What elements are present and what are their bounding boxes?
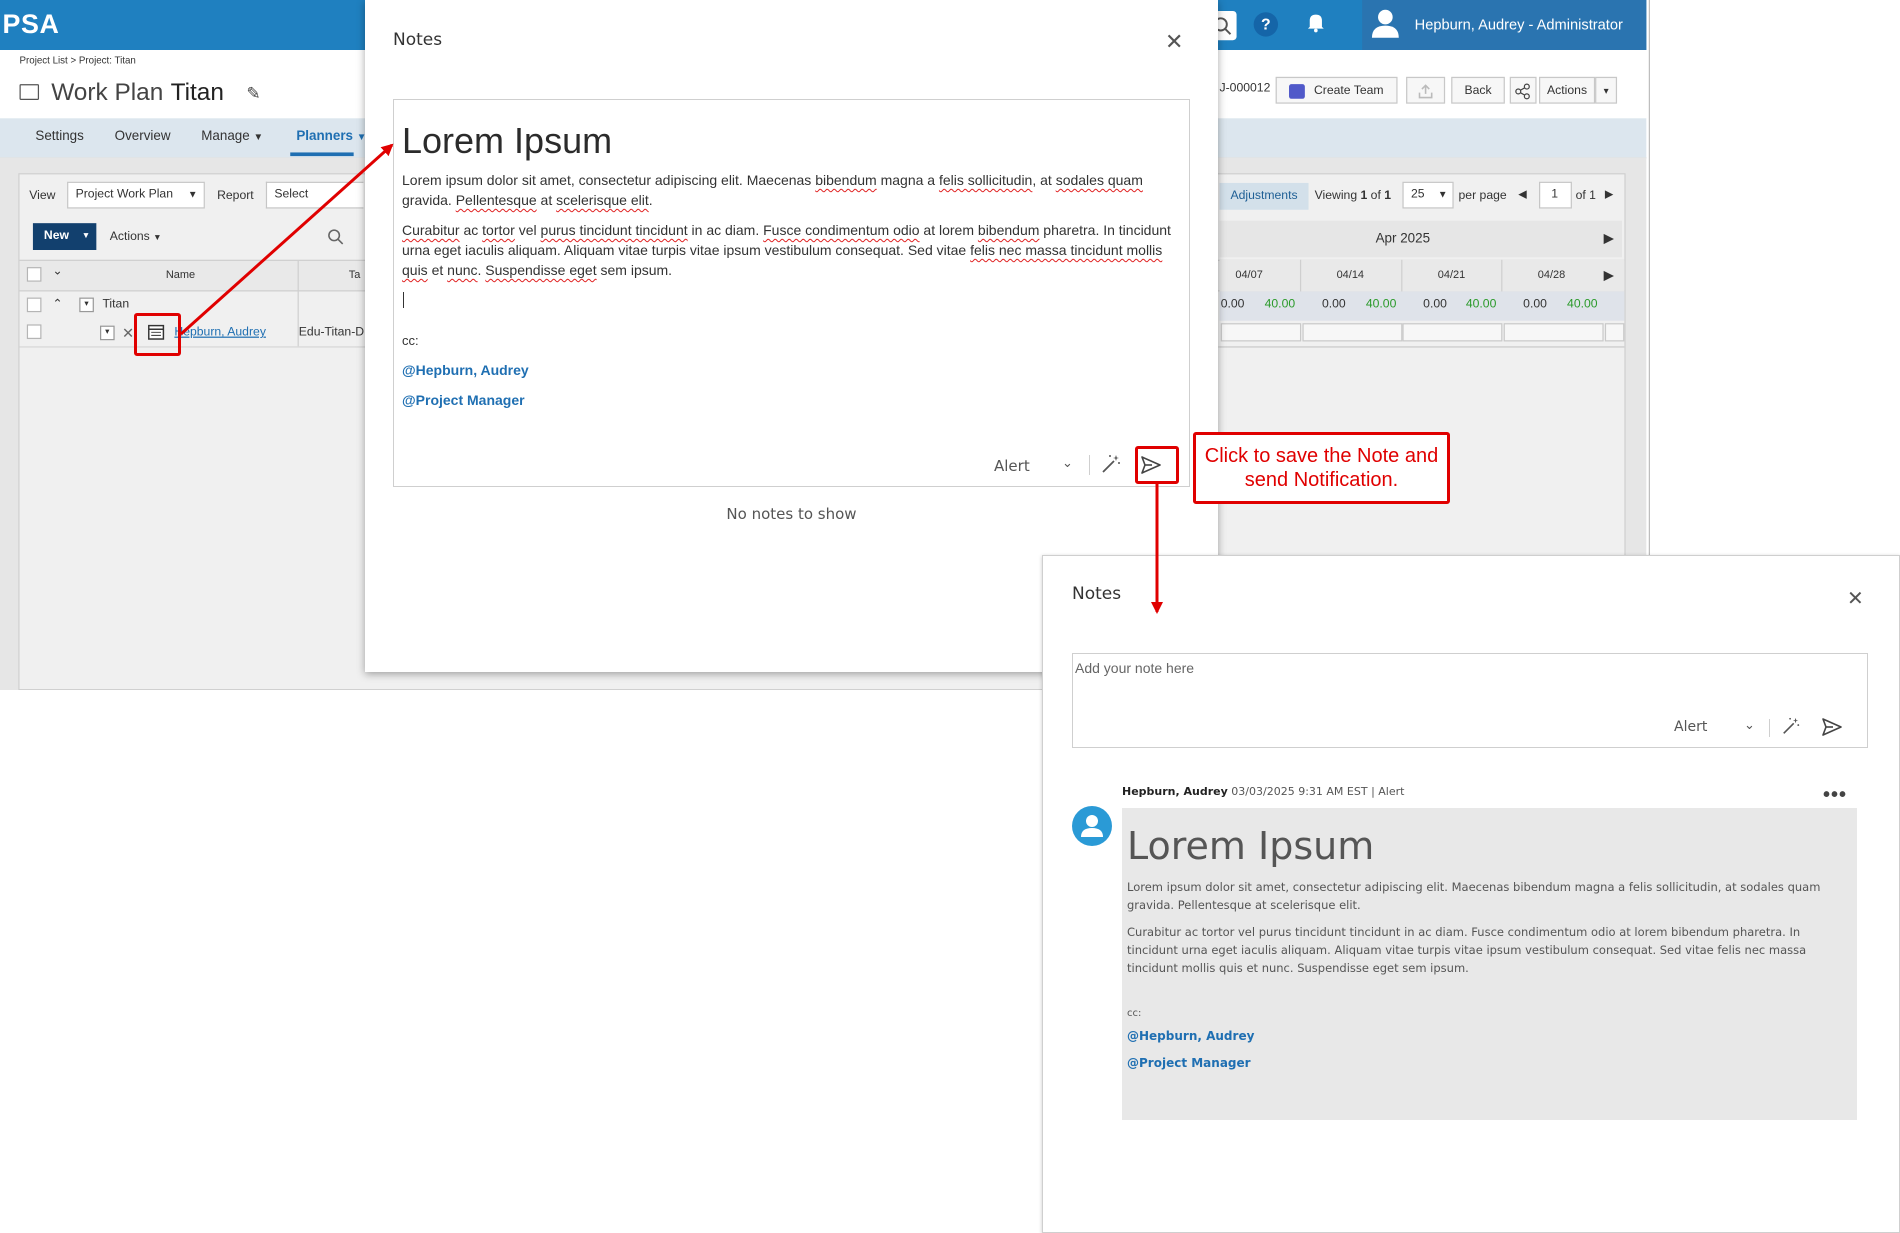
arrow-to-notes-editor <box>179 143 394 336</box>
annotation-arrows <box>179 143 1163 614</box>
